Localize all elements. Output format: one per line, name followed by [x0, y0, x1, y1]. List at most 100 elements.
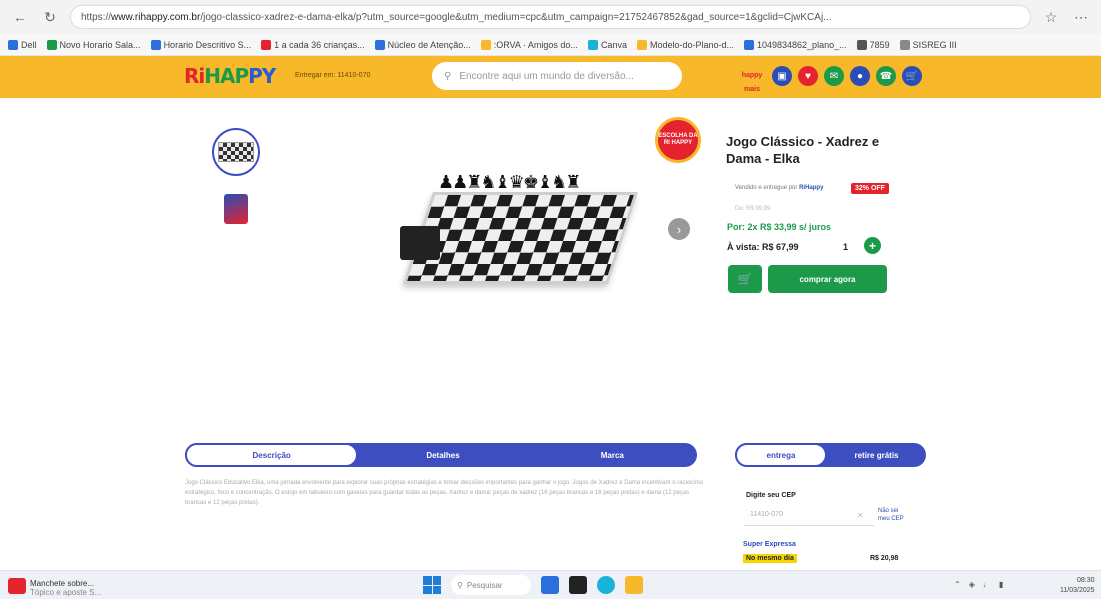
- product-main-image: ♟♟♜♞♝♛♚♝♞♜: [380, 172, 650, 312]
- bookmark-item[interactable]: 1 a cada 36 crianças...: [261, 39, 365, 50]
- buy-now-button[interactable]: comprar agora: [768, 265, 887, 293]
- bookmark-label: Dell: [21, 39, 37, 50]
- url-prefix: https://: [81, 11, 112, 23]
- refresh-icon[interactable]: ↻: [40, 7, 60, 27]
- clear-cep-icon[interactable]: ✕: [857, 511, 864, 520]
- quantity-plus-button[interactable]: +: [864, 237, 881, 254]
- bookmark-item[interactable]: 7859: [856, 39, 890, 50]
- bookmark-label: 1049834862_plano_...: [757, 39, 847, 50]
- product-thumbnail-1[interactable]: [212, 128, 260, 176]
- bookmark-item[interactable]: Canva: [587, 39, 627, 50]
- bookmark-favicon-icon: [636, 39, 647, 50]
- back-icon[interactable]: ←: [10, 7, 30, 27]
- clock-date: 11/03/2025: [1060, 587, 1095, 594]
- delivery-cep-label[interactable]: Entregar em: 11410-070: [295, 72, 370, 79]
- bookmark-item[interactable]: :ORVA · Amigos do...: [480, 39, 578, 50]
- tab-retire-gratis[interactable]: retire grátis: [827, 443, 926, 467]
- add-to-cart-button[interactable]: 🛒: [728, 265, 762, 293]
- bookmark-favicon-icon: [150, 39, 161, 50]
- old-price: De: R$ 99,99: [735, 206, 771, 212]
- info-tabs: Descrição Detalhes Marca: [185, 443, 697, 467]
- battery-icon[interactable]: ▮: [999, 580, 1003, 589]
- bookmark-favicon-icon: [46, 39, 57, 50]
- rihappy-logo[interactable]: RiHAPPY: [184, 64, 276, 88]
- header-icons: happy mais ▣ ♥ ✉ ● ☎ 🛒: [738, 66, 922, 93]
- chess-pieces-image: ♟♟♜♞♝♛♚♝♞♜: [438, 172, 581, 192]
- thumbnail-board-image: [218, 142, 254, 162]
- system-tray: ⌃ ◈ ♩ ▮: [954, 580, 1003, 589]
- bookmark-item[interactable]: SISREG III: [899, 39, 957, 50]
- star-icon[interactable]: ☆: [1041, 7, 1061, 27]
- bookmark-item[interactable]: Novo Horario Sala...: [46, 39, 141, 50]
- taskbar-search[interactable]: ⚲ Pesquisar: [451, 575, 531, 595]
- bookmark-favicon-icon: [480, 39, 491, 50]
- seller-prefix: Vendido e entregue por: [735, 185, 798, 191]
- bookmark-item[interactable]: Horario Descritivo S...: [150, 39, 252, 50]
- address-bar[interactable]: https://www.rihappy.com.br/jogo-classico…: [70, 5, 1031, 29]
- news-widget[interactable]: Manchete sobre... Tópico e aposte S...: [30, 579, 101, 597]
- library-app-icon[interactable]: [569, 576, 587, 594]
- same-day-badge: No mesmo dia: [743, 554, 797, 563]
- more-icon[interactable]: ⋯: [1071, 7, 1091, 27]
- bookmark-label: SISREG III: [912, 39, 957, 50]
- delivery-tabs: entrega retire grátis: [735, 443, 926, 467]
- bookmark-favicon-icon: [261, 39, 272, 50]
- bookmark-label: Horario Descritivo S...: [163, 39, 252, 50]
- edge-browser-icon[interactable]: [597, 576, 615, 594]
- taskbar-search-label: Pesquisar: [466, 580, 503, 590]
- tab-detalhes[interactable]: Detalhes: [358, 443, 527, 467]
- chevron-up-icon[interactable]: ⌃: [954, 580, 961, 589]
- windows-start-icon[interactable]: [423, 576, 441, 594]
- logo-ri: Ri: [184, 64, 205, 88]
- search-input[interactable]: ⚲ Encontre aqui um mundo de diversão...: [432, 62, 682, 90]
- bookmark-favicon-icon: [374, 39, 385, 50]
- gift-icon[interactable]: ▣: [772, 66, 792, 86]
- next-image-arrow-icon[interactable]: ›: [668, 218, 690, 240]
- whatsapp-icon[interactable]: ☎: [876, 66, 896, 86]
- tab-descricao[interactable]: Descrição: [185, 443, 359, 467]
- bookmark-favicon-icon: [587, 39, 598, 50]
- installment-price: Por: 2x R$ 33,99 s/ juros: [727, 222, 832, 232]
- photos-app-icon[interactable]: [541, 576, 559, 594]
- heart-icon[interactable]: ♥: [798, 66, 818, 86]
- taskbar-apps: ⚲ Pesquisar: [423, 575, 643, 595]
- file-explorer-icon[interactable]: [625, 576, 643, 594]
- shipping-option-title: Super Expressa: [743, 541, 796, 548]
- taskbar-clock[interactable]: 08:30 11/03/2025: [1060, 576, 1095, 596]
- chat-icon[interactable]: ✉: [824, 66, 844, 86]
- pieces-tray-image: [400, 226, 440, 260]
- bookmark-item[interactable]: Modelo-do-Plano-d...: [636, 39, 734, 50]
- bookmark-label: Novo Horario Sala...: [59, 39, 141, 50]
- browser-toolbar: ← ↻ https://www.rihappy.com.br/jogo-clas…: [0, 0, 1101, 34]
- product-thumbnail-2[interactable]: [214, 187, 258, 231]
- bookmarks-bar: Dell Novo Horario Sala... Horario Descriti…: [0, 34, 1101, 56]
- bookmark-item[interactable]: 1049834862_plano_...: [744, 39, 847, 50]
- search-icon: ⚲: [457, 580, 463, 590]
- bookmark-item[interactable]: Núcleo de Atenção...: [374, 39, 471, 50]
- quantity-value: 1: [843, 242, 849, 252]
- bookmark-favicon-icon: [899, 39, 910, 50]
- discount-badge: 32% OFF: [851, 183, 889, 194]
- unknown-cep-link[interactable]: Não sei meu CEP: [878, 507, 908, 523]
- search-icon: ⚲: [444, 70, 452, 82]
- user-icon[interactable]: ●: [850, 66, 870, 86]
- happy-mais-badge[interactable]: happy mais: [738, 69, 766, 93]
- bookmark-label: Modelo-do-Plano-d...: [649, 39, 734, 50]
- escolha-seal-badge: ESCOLHA DA RI HAPPY: [655, 117, 701, 163]
- tab-marca[interactable]: Marca: [528, 443, 697, 467]
- clock-time: 08:30: [1076, 577, 1095, 584]
- cart-icon[interactable]: 🛒: [902, 66, 922, 86]
- cep-input[interactable]: 11410-070: [744, 506, 874, 526]
- news-widget-icon[interactable]: [8, 578, 26, 594]
- wifi-icon[interactable]: ◈: [969, 580, 975, 589]
- tab-entrega[interactable]: entrega: [735, 443, 827, 467]
- bookmark-label: 7859: [869, 39, 890, 50]
- search-placeholder: Encontre aqui um mundo de diversão...: [459, 70, 634, 82]
- logo-hap: HAP: [204, 64, 249, 88]
- volume-icon[interactable]: ♩: [983, 580, 991, 589]
- news-subtitle: Tópico e aposte S...: [30, 588, 102, 597]
- product-title: Jogo Clássico - Xadrez e Dama - Elka: [726, 134, 880, 166]
- bookmark-item[interactable]: Dell: [8, 39, 37, 50]
- bookmark-label: Canva: [600, 39, 627, 50]
- bookmark-favicon-icon: [8, 39, 18, 50]
